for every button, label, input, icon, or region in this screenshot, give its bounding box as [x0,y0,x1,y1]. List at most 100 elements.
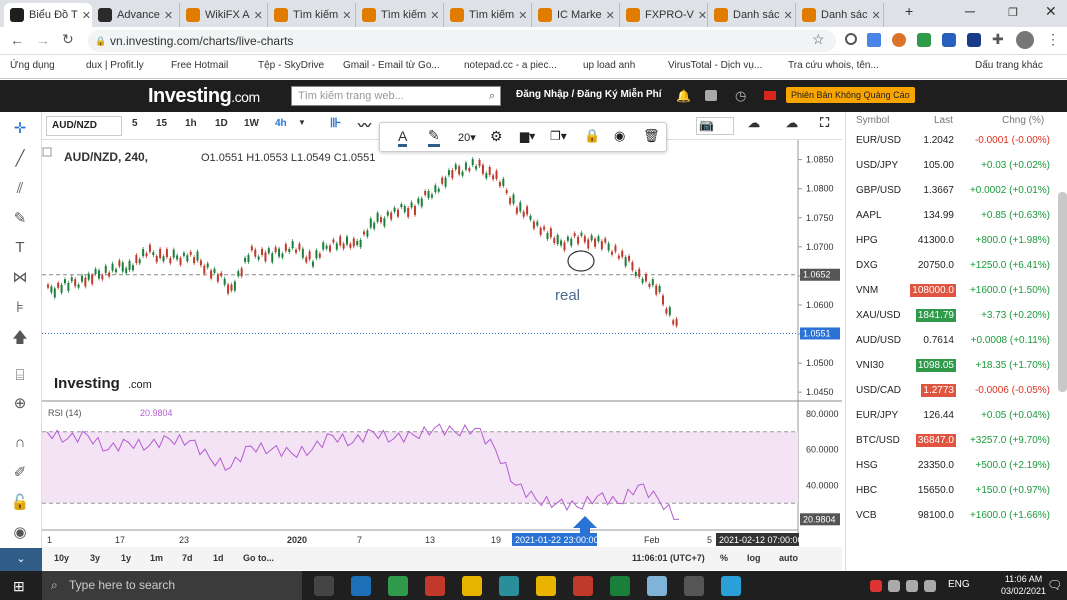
watchlist-row[interactable]: VNM 108000.0 +1600.0 (+1.50%) [846,278,1054,303]
row-symbol[interactable]: HSG [856,460,878,471]
watchlist-scrollbar[interactable] [1058,192,1067,392]
watchlist-row[interactable]: XAU/USD 1841.79 +3.73 (+0.20%) [846,303,1054,328]
watchlist-row[interactable]: USD/JPY 105.00 +0.03 (+0.02%) [846,153,1054,178]
watchlist-row[interactable]: VNI30 1098.05 +18.35 (+1.70%) [846,353,1054,378]
bookmark-item[interactable]: VirusTotal - Dịch vụ... [668,60,762,71]
url-field[interactable]: 🔒 vn.investing.com/charts/live-charts [88,30,836,52]
maximize-button[interactable]: ❐ [1008,6,1018,19]
bookmark-item[interactable]: Tệp - SkyDrive [258,60,324,71]
bookmark-item[interactable]: Ứng dụng [10,60,55,71]
investing-logo[interactable]: Investing.com [148,85,260,108]
brush-icon[interactable]: ✎ [9,208,31,230]
row-symbol[interactable]: VCB [856,510,877,521]
star-icon[interactable]: ☆ [812,31,825,48]
measure-icon[interactable]: ⊧ [9,297,31,319]
tray-icon[interactable] [888,580,900,592]
line-chart-icon[interactable]: 〰 [358,115,371,134]
lock-icon[interactable]: 🔓 [9,492,31,514]
fullscreen-icon[interactable]: ⛶ [820,115,829,131]
browser-tab[interactable]: Tìm kiếm ✕ [268,3,356,27]
notification-icon[interactable]: 🗨 [1047,578,1062,592]
tab-close-icon[interactable]: ✕ [78,9,91,22]
tray-icon[interactable] [870,580,882,592]
watchlist-row[interactable]: HPG 41300.0 +800.0 (+1.98%) [846,228,1054,253]
clock-icon[interactable]: ◷ [735,88,746,104]
row-symbol[interactable]: AAPL [856,210,882,221]
bookmark-item[interactable]: up load anh [583,60,635,71]
row-symbol[interactable]: VNI30 [856,360,884,371]
menu-dots-icon[interactable]: ⋮ [1046,31,1060,48]
chart-pattern-icon[interactable]: ⌸ [9,365,31,387]
close-window-button[interactable]: ✕ [1045,3,1057,20]
collapse-icon[interactable]: ⌄ [0,548,42,571]
cloud-download-icon[interactable]: ☁ [748,116,760,130]
edge-icon[interactable] [499,576,519,596]
explorer-icon[interactable] [536,576,556,596]
bookmark-item[interactable]: Gmail - Email từ Go... [343,60,440,71]
trash-icon[interactable]: 🗑 [643,128,660,144]
interval-4h[interactable]: 4h [275,118,287,129]
language-indicator[interactable]: ENG [948,579,970,590]
watchlist-row[interactable]: AUD/USD 0.7614 +0.0008 (+0.11%) [846,328,1054,353]
row-symbol[interactable]: USD/JPY [856,160,898,171]
interval-1d[interactable]: 1D [215,118,228,129]
text-icon[interactable]: T [9,237,31,259]
app-icon[interactable] [647,576,667,596]
login-link[interactable]: Đăng Nhập / Đăng Ký Miễn Phí [516,89,662,100]
blocker-extension-icon[interactable] [845,33,857,45]
excel-icon[interactable] [610,576,630,596]
browser-tab[interactable]: IC Marke ✕ [532,3,620,27]
task-view-icon[interactable] [314,576,334,596]
chart-area[interactable]: 1.08501.08001.07501.07001.06501.06001.05… [42,140,842,570]
puzzle-extensions-icon[interactable]: ✚ [992,31,1004,48]
tab-close-icon[interactable]: ✕ [867,9,880,22]
row-symbol[interactable]: HPG [856,235,878,246]
extension-icon[interactable] [967,33,981,47]
app-icon[interactable] [351,576,371,596]
fib-icon[interactable]: ⫽ [9,178,31,200]
new-tab-button[interactable]: + [905,3,913,19]
trendline-icon[interactable]: ╱ [9,148,31,170]
layer-icon[interactable]: ▆▾ [520,129,535,143]
row-symbol[interactable]: BTC/USD [856,435,900,446]
crosshair-icon[interactable]: ✛ [9,118,31,140]
interval-1h[interactable]: 1h [185,118,197,129]
watchlist-row[interactable]: VCB 98100.0 +1600.0 (+1.66%) [846,503,1054,528]
row-symbol[interactable]: XAU/USD [856,310,900,321]
calculator-icon[interactable] [684,576,704,596]
tab-close-icon[interactable]: ✕ [426,9,439,22]
col-change[interactable]: Chng (%) [1002,115,1044,126]
telegram-icon[interactable] [721,576,741,596]
tab-close-icon[interactable]: ✕ [250,9,263,22]
browser-tab[interactable]: FXPRO-V ✕ [620,3,708,27]
watchlist-row[interactable]: USD/CAD 1.2773 -0.0006 (-0.05%) [846,378,1054,403]
watchlist-row[interactable]: HBC 15650.0 +150.0 (+0.97%) [846,478,1054,503]
bookmark-item[interactable]: Free Hotmail [171,60,228,71]
ad-free-button[interactable]: Phiên Bản Không Quảng Cáo [786,87,915,103]
row-symbol[interactable]: VNM [856,285,878,296]
extension-icon[interactable] [892,33,906,47]
tray-icon[interactable] [924,580,936,592]
extension-icon[interactable] [917,33,931,47]
visibility-icon[interactable]: ◉ [614,128,625,144]
tab-close-icon[interactable]: ✕ [602,9,615,22]
watchlist-row[interactable]: EUR/JPY 126.44 +0.05 (+0.04%) [846,403,1054,428]
browser-tab[interactable]: Biểu Đồ T ✕ [4,3,92,27]
clone-icon[interactable]: ❐▾ [550,129,567,143]
windows-start-icon[interactable]: ⊞ [13,578,25,595]
taskbar-search[interactable]: ⌕ Type here to search [42,571,302,600]
bookmark-item[interactable]: notepad.cc - a piec... [464,60,557,71]
forward-icon[interactable]: → [36,32,50,48]
profile-avatar[interactable] [1016,31,1034,49]
pattern-icon[interactable]: ⋈ [9,267,31,289]
row-symbol[interactable]: EUR/JPY [856,410,898,421]
row-symbol[interactable]: USD/CAD [856,385,901,396]
browser-tab[interactable]: WikiFX A ✕ [180,3,268,27]
pen-color-icon[interactable]: ✎ [428,127,440,147]
interval-15[interactable]: 15 [156,118,167,129]
browser-tab[interactable]: Danh sác ✕ [796,3,884,27]
site-search-input[interactable]: Tìm kiếm trang web... ⌕ [291,86,501,106]
search-icon[interactable]: ⌕ [489,87,495,105]
interval-1w[interactable]: 1W [244,118,259,129]
interval-5[interactable]: 5 [132,118,138,129]
